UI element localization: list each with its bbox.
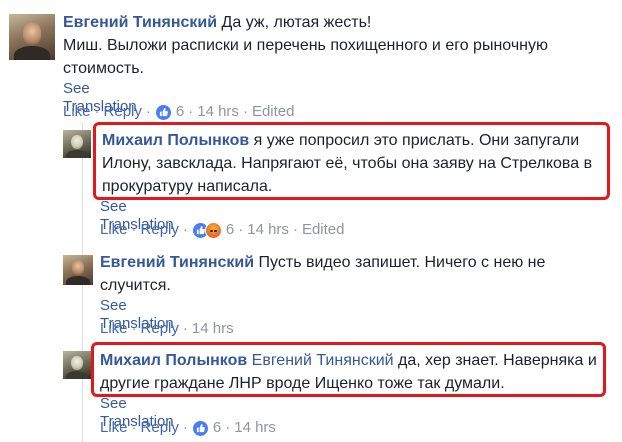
reply-button[interactable]: Reply bbox=[141, 419, 179, 437]
comment-timestamp[interactable]: 14 hrs bbox=[234, 419, 276, 437]
avatar[interactable] bbox=[63, 255, 93, 285]
comment-author[interactable]: Михаил Полынков bbox=[100, 352, 247, 369]
reply-button[interactable]: Reply bbox=[141, 320, 179, 338]
comment-actions: Like · Reply · 6 · 14 hrs · Edited bbox=[63, 103, 295, 121]
comment-text: Миш. Выложи расписки и перечень похищенн… bbox=[63, 37, 548, 54]
comment-author[interactable]: Евгений Тинянский bbox=[100, 254, 254, 271]
reply-button[interactable]: Reply bbox=[104, 103, 142, 121]
mention-link[interactable]: Евгений Тинянский bbox=[252, 352, 394, 369]
avatar[interactable] bbox=[63, 130, 91, 158]
comment-timestamp[interactable]: 14 hrs bbox=[247, 221, 289, 239]
avatar[interactable] bbox=[9, 14, 55, 60]
comment-text: прокуратуру написала. bbox=[102, 178, 273, 195]
like-button[interactable]: Like bbox=[100, 320, 128, 338]
reaction-count: 6 bbox=[225, 221, 235, 238]
edited-label[interactable]: Edited bbox=[302, 221, 345, 239]
like-button[interactable]: Like bbox=[100, 419, 128, 437]
comment-author[interactable]: Михаил Полынков bbox=[102, 132, 249, 149]
reaction-count: 6 bbox=[212, 419, 222, 436]
comment-author[interactable]: Евгений Тинянский bbox=[63, 14, 217, 31]
comment-text: случится. bbox=[100, 277, 171, 294]
comment-text: Илону, завсклада. Напрягают её, чтобы он… bbox=[102, 155, 593, 172]
reply-button[interactable]: Reply bbox=[141, 221, 179, 239]
edited-label[interactable]: Edited bbox=[252, 103, 295, 121]
reaction-count: 6 bbox=[175, 103, 185, 120]
like-button[interactable]: Like bbox=[63, 103, 91, 121]
reactions-button[interactable] bbox=[191, 221, 222, 239]
comment-actions: Like · Reply · 6 · 14 hrs bbox=[100, 419, 276, 437]
avatar[interactable] bbox=[63, 351, 91, 379]
thumbs-up-icon bbox=[154, 103, 172, 121]
comment-timestamp[interactable]: 14 hrs bbox=[192, 320, 234, 338]
comment-text: стоимость. bbox=[63, 60, 144, 77]
comment-text: Пусть видео запишет. Ничего с нею не bbox=[258, 254, 546, 271]
comment-text: да, хер знает. Наверняка и bbox=[398, 352, 597, 369]
comment-actions: Like · Reply · 14 hrs bbox=[100, 320, 234, 338]
comment-actions: Like · Reply · 6 · 14 hrs · Edited bbox=[100, 221, 345, 239]
reactions-button[interactable] bbox=[154, 103, 172, 121]
comment-text: я уже попросил это прислать. Они запугал… bbox=[253, 132, 580, 149]
comment-text: другие граждане ЛНР вроде Ищенко тоже та… bbox=[100, 375, 505, 392]
reactions-button[interactable] bbox=[191, 419, 209, 437]
comment-timestamp[interactable]: 14 hrs bbox=[197, 103, 239, 121]
comment-text: Да уж, лютая жесть! bbox=[221, 14, 372, 31]
like-button[interactable]: Like bbox=[100, 221, 128, 239]
angry-face-icon bbox=[204, 221, 222, 239]
thumbs-up-icon bbox=[191, 419, 209, 437]
